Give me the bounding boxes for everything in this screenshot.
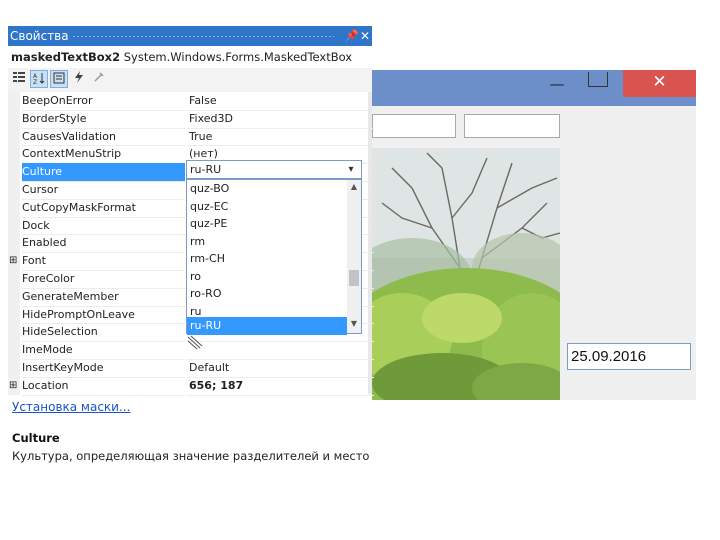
property-name: BeepOnError [22, 92, 185, 111]
dropdown-option[interactable]: rm-CH [187, 250, 347, 268]
property-name: ContextMenuStrip [22, 145, 185, 165]
properties-panel: Свойства 📌 ✕ maskedTextBox2 System.Windo… [8, 26, 374, 466]
minimize-button[interactable]: — [542, 76, 572, 96]
grid-scrollbar[interactable] [368, 92, 372, 394]
tree-photo-image [372, 148, 560, 400]
titlebar-grip[interactable] [72, 35, 334, 38]
scroll-down-icon[interactable]: ▼ [347, 319, 361, 331]
description-title: Culture [12, 431, 60, 445]
property-name: HidePromptOnLeave [22, 306, 185, 325]
property-value[interactable]: False [187, 92, 374, 111]
property-value[interactable]: True [187, 128, 374, 147]
dropdown-option[interactable]: quz-PE [187, 215, 347, 233]
expand-icon[interactable]: ⊞ [9, 377, 17, 395]
row-gutter [8, 287, 20, 306]
properties-toolbar: AZ [8, 68, 372, 92]
dropdown-option[interactable]: ro [187, 268, 347, 286]
maximize-button[interactable] [588, 72, 608, 87]
row-gutter [8, 109, 20, 128]
property-row-borderstyle[interactable]: BorderStyle Fixed3D [8, 109, 374, 129]
description-text: Культура, определяющая значение разделит… [12, 449, 370, 463]
date-masked-textbox[interactable]: 25.09.2016 [567, 343, 691, 370]
close-button[interactable]: ✕ [623, 70, 696, 97]
dropdown-option[interactable]: ro-RO [187, 285, 347, 303]
property-row-insertkeymode[interactable]: InsertKeyMode Default [8, 359, 374, 378]
property-name: Enabled [22, 234, 185, 254]
form-titlebar: — ✕ [372, 70, 696, 106]
set-mask-link[interactable]: Установка маски... [12, 400, 130, 414]
property-name: ForeColor [22, 270, 185, 289]
row-gutter [8, 92, 20, 110]
culture-combobox[interactable]: ru-RU ▾ [186, 160, 362, 179]
row-gutter [8, 270, 20, 288]
property-value[interactable]: Default [187, 359, 374, 378]
tree-picture [372, 148, 560, 400]
scroll-up-icon[interactable]: ▲ [347, 182, 361, 194]
form-textbox-2[interactable] [464, 114, 560, 138]
row-gutter [8, 216, 20, 235]
property-name: Location [22, 377, 185, 396]
svg-text:Z: Z [33, 79, 37, 85]
row-gutter [8, 234, 20, 253]
form-textbox-1[interactable] [372, 114, 456, 138]
culture-dropdown-list: quz-BO quz-EC quz-PE rm rm-CH ro ro-RO r… [186, 179, 362, 335]
property-name: Culture [22, 163, 185, 182]
dropdown-option[interactable]: quz-EC [187, 198, 347, 216]
row-gutter [8, 163, 20, 181]
row-gutter [8, 341, 20, 359]
property-name: Cursor [22, 181, 185, 200]
row-gutter [8, 305, 20, 324]
culture-current-value: ru-RU [190, 163, 222, 176]
scroll-thumb[interactable] [349, 270, 359, 286]
object-type: System.Windows.Forms.MaskedTextBox [123, 50, 353, 64]
dropdown-scrollbar[interactable]: ▲ ▼ [347, 180, 361, 333]
row-gutter [8, 323, 20, 342]
property-row-beeponerror[interactable]: BeepOnError False [8, 92, 374, 111]
property-name: InsertKeyMode [22, 359, 185, 378]
property-value[interactable]: Fixed3D [187, 110, 374, 129]
property-pages-icon[interactable] [90, 70, 108, 88]
close-icon[interactable]: ✕ [360, 26, 370, 46]
property-name: Dock [22, 217, 185, 236]
chevron-down-icon[interactable]: ▾ [343, 161, 359, 178]
property-row-causesvalidation[interactable]: CausesValidation True [8, 127, 374, 147]
events-icon[interactable] [70, 70, 88, 88]
row-gutter [8, 359, 20, 377]
property-name: Font [22, 252, 185, 271]
panel-title: Свойства [10, 29, 69, 43]
property-value[interactable]: 656; 187 [187, 377, 374, 396]
dropdown-option[interactable]: quz-BO [187, 180, 347, 198]
property-row-location[interactable]: ⊞ Location 656; 187 [8, 376, 374, 396]
property-name: CausesValidation [22, 128, 185, 147]
form-window: — ✕ 25.09.2016 [372, 70, 696, 400]
property-name: BorderStyle [22, 110, 185, 129]
dropdown-option[interactable]: rm [187, 233, 347, 251]
properties-icon[interactable] [50, 70, 68, 88]
dropdown-option-selected[interactable]: ru-RU [187, 317, 347, 335]
property-name: HideSelection [22, 323, 185, 343]
property-name: CutCopyMaskFormat [22, 199, 185, 218]
row-gutter [8, 198, 20, 217]
object-selector[interactable]: maskedTextBox2 System.Windows.Forms.Mask… [8, 46, 372, 68]
property-value[interactable] [187, 341, 374, 360]
pin-icon[interactable]: 📌 [345, 26, 359, 46]
expand-icon[interactable]: ⊞ [9, 252, 17, 270]
properties-titlebar: Свойства 📌 ✕ [8, 26, 372, 46]
imemode-pen-icon [186, 334, 204, 351]
property-name: GenerateMember [22, 288, 185, 307]
alphabetical-icon[interactable]: AZ [30, 70, 48, 88]
row-gutter [8, 127, 20, 146]
row-gutter [8, 181, 20, 199]
object-name: maskedTextBox2 [11, 50, 121, 64]
property-name: ImeMode [22, 341, 185, 360]
categorized-icon[interactable] [10, 70, 28, 88]
row-gutter [8, 145, 20, 164]
